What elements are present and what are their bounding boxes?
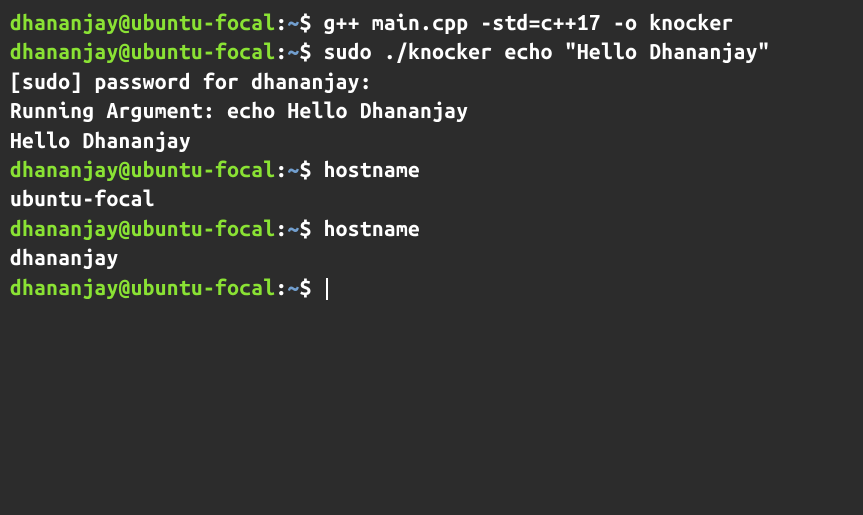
prompt-symbol: $ xyxy=(299,216,311,240)
terminal-output: Running Argument: echo Hello Dhananjay xyxy=(10,96,853,125)
command-text: g++ main.cpp -std=c++17 -o knocker xyxy=(324,10,734,34)
terminal-output: [sudo] password for dhananjay: xyxy=(10,67,853,96)
terminal-output: ubuntu-focal xyxy=(10,184,853,213)
terminal[interactable]: dhananjay@ubuntu-focal:~$ g++ main.cpp -… xyxy=(10,8,853,302)
prompt-symbol: $ xyxy=(299,275,311,299)
prompt-symbol: $ xyxy=(299,10,311,34)
command-text xyxy=(312,275,324,299)
command-text xyxy=(312,10,324,34)
command-text xyxy=(312,216,324,240)
prompt-path: ~ xyxy=(287,39,299,63)
prompt-user-host: dhananjay@ubuntu-focal xyxy=(10,157,275,181)
prompt-user-host: dhananjay@ubuntu-focal xyxy=(10,216,275,240)
terminal-line-1: dhananjay@ubuntu-focal:~$ g++ main.cpp -… xyxy=(10,8,853,37)
command-text: sudo ./knocker echo "Hello Dhananjay" xyxy=(324,39,770,63)
prompt-colon: : xyxy=(275,39,287,63)
command-text: hostname xyxy=(324,157,420,181)
prompt-colon: : xyxy=(275,10,287,34)
prompt-user-host: dhananjay@ubuntu-focal xyxy=(10,39,275,63)
terminal-output: dhananjay xyxy=(10,243,853,272)
command-text: hostname xyxy=(324,216,420,240)
terminal-output: Hello Dhananjay xyxy=(10,126,853,155)
prompt-symbol: $ xyxy=(299,39,311,63)
terminal-line-6: dhananjay@ubuntu-focal:~$ hostname xyxy=(10,155,853,184)
prompt-path: ~ xyxy=(287,157,299,181)
prompt-path: ~ xyxy=(287,275,299,299)
command-text xyxy=(312,39,324,63)
prompt-colon: : xyxy=(275,216,287,240)
prompt-colon: : xyxy=(275,157,287,181)
terminal-line-2: dhananjay@ubuntu-focal:~$ sudo ./knocker… xyxy=(10,37,853,66)
prompt-path: ~ xyxy=(287,10,299,34)
terminal-line-10: dhananjay@ubuntu-focal:~$ xyxy=(10,273,853,302)
prompt-path: ~ xyxy=(287,216,299,240)
terminal-line-8: dhananjay@ubuntu-focal:~$ hostname xyxy=(10,214,853,243)
prompt-colon: : xyxy=(275,275,287,299)
prompt-user-host: dhananjay@ubuntu-focal xyxy=(10,275,275,299)
cursor-icon xyxy=(326,278,328,300)
command-text xyxy=(312,157,324,181)
prompt-user-host: dhananjay@ubuntu-focal xyxy=(10,10,275,34)
prompt-symbol: $ xyxy=(299,157,311,181)
